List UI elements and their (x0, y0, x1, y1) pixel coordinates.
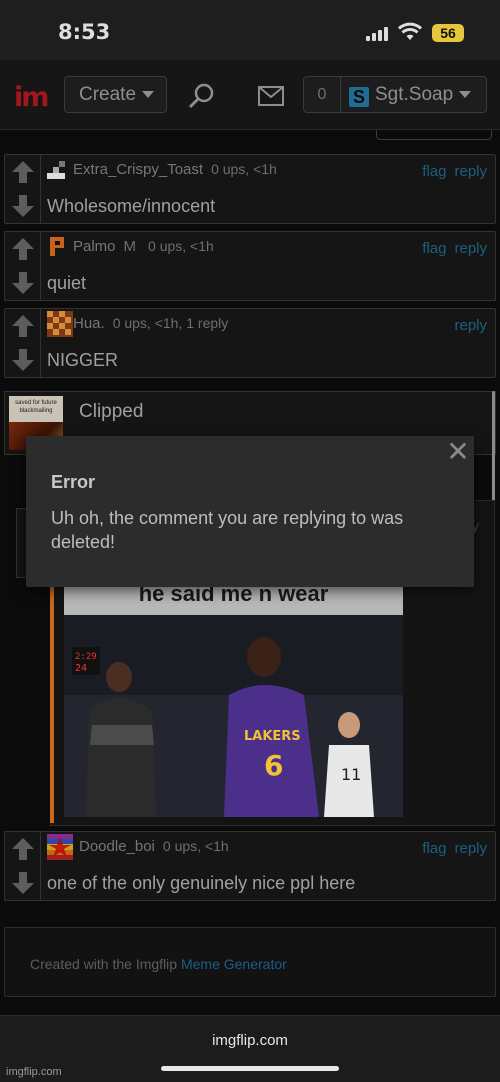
home-indicator[interactable] (161, 1066, 339, 1071)
comment-meta: 0 ups, <1h (148, 238, 214, 254)
clipped-label: Clipped (79, 401, 144, 422)
jersey-number: 6 (264, 749, 283, 782)
comment-actions: flag reply (414, 163, 487, 180)
upvote-icon[interactable] (10, 836, 36, 862)
notifications-count[interactable]: 0 (303, 76, 341, 113)
vote-column (5, 832, 41, 900)
meme-caption: he said me n wear (64, 585, 403, 615)
upvote-icon[interactable] (10, 313, 36, 339)
error-dialog: ✕ Error Uh oh, the comment you are reply… (26, 436, 474, 587)
page-footer: Created with the Imgflip Meme Generator (4, 927, 496, 997)
mod-badge: M (123, 238, 137, 255)
wifi-icon (398, 22, 422, 40)
comment-actions: flag reply (414, 840, 487, 857)
shot-clock-2-text: 24 (75, 663, 87, 674)
comment-actions: reply (446, 317, 487, 334)
vote-column (5, 309, 41, 377)
footer-text: Created with the Imgflip (30, 956, 181, 972)
meme-generator-link[interactable]: Meme Generator (181, 956, 287, 972)
username: Sgt.Soap (375, 84, 454, 105)
comment-username[interactable]: Hua. (73, 315, 105, 332)
upvote-icon[interactable] (10, 159, 36, 185)
dialog-title: Error (51, 472, 96, 492)
comment: Extra_Crispy_Toast 0 ups, <1h flag reply W… (4, 154, 496, 224)
vote-column (5, 155, 41, 223)
downvote-icon[interactable] (10, 347, 36, 373)
downvote-icon[interactable] (10, 270, 36, 296)
status-time: 8:53 (58, 20, 111, 44)
flag-link[interactable]: flag (422, 163, 446, 180)
user-badge-icon: S (349, 87, 369, 107)
comment: Palmo M 0 ups, <1h flag reply quiet (4, 231, 496, 301)
menu-tab (376, 130, 492, 140)
reply-link[interactable]: reply (454, 163, 487, 180)
comment-meta: 0 ups, <1h (162, 838, 229, 854)
reply-link[interactable]: reply (454, 317, 487, 334)
reply-link[interactable]: reply (454, 240, 487, 257)
browser-url[interactable]: imgflip.com (0, 1032, 500, 1049)
comment-username[interactable]: Extra_Crispy_Toast (73, 161, 203, 178)
comment-text: quiet (47, 273, 87, 293)
comment-actions: flag reply (414, 240, 487, 257)
comment-text: NIGGER (47, 350, 119, 370)
search-icon[interactable] (188, 82, 216, 110)
create-label: Create (79, 84, 137, 105)
shot-clock-text: 2:29 (75, 652, 97, 662)
dialog-message: Uh oh, the comment you are replying to w… (51, 508, 404, 552)
upvote-icon[interactable] (10, 236, 36, 262)
comment-header: Hua. 0 ups, <1h, 1 reply (47, 315, 228, 332)
comment-header: Doodle_boi 0 ups, <1h (47, 838, 229, 855)
comment-text: one of the only genuinely nice ppl here (47, 873, 356, 893)
downvote-icon[interactable] (10, 193, 36, 219)
chevron-down-icon (459, 91, 472, 99)
mail-icon[interactable] (258, 86, 284, 106)
status-bar: 8:53 56 (0, 0, 500, 60)
comment-username[interactable]: Palmo (73, 238, 116, 255)
user-menu-button[interactable]: S Sgt.Soap (340, 76, 487, 113)
flag-link[interactable]: flag (422, 840, 446, 857)
comment-text: Wholesome/innocent (47, 196, 216, 216)
comment-meta: 0 ups, <1h (211, 161, 277, 177)
close-icon[interactable]: ✕ (446, 438, 470, 466)
cellular-signal-icon (366, 25, 390, 41)
comment-username[interactable]: Doodle_boi (79, 838, 155, 855)
thumbnail-caption: saved for future blackmailing (9, 396, 63, 422)
meme-image[interactable]: 2:29 24 LAKERS 6 11 (64, 615, 403, 817)
comment: Doodle_boi 0 ups, <1h flag reply one of th… (4, 831, 496, 901)
flag-link[interactable]: flag (422, 240, 446, 257)
comment: Hua. 0 ups, <1h, 1 reply reply NIGGER (4, 308, 496, 378)
reply-indent-bar (50, 585, 54, 823)
comment-header: Palmo M 0 ups, <1h (47, 238, 214, 255)
jersey-text: LAKERS (244, 729, 301, 744)
reply-link[interactable]: reply (454, 840, 487, 857)
svg-text:11: 11 (341, 765, 361, 784)
chevron-down-icon (142, 91, 155, 99)
comment-meta: 0 ups, <1h, 1 reply (112, 315, 229, 331)
comment-header: Extra_Crispy_Toast 0 ups, <1h (47, 161, 277, 178)
watermark: imgflip.com (6, 1066, 62, 1078)
downvote-icon[interactable] (10, 870, 36, 896)
create-dropdown-button[interactable]: Create (64, 76, 167, 113)
imgflip-logo[interactable]: im (14, 82, 49, 113)
vote-column (5, 232, 41, 300)
battery-indicator: 56 (432, 24, 464, 42)
